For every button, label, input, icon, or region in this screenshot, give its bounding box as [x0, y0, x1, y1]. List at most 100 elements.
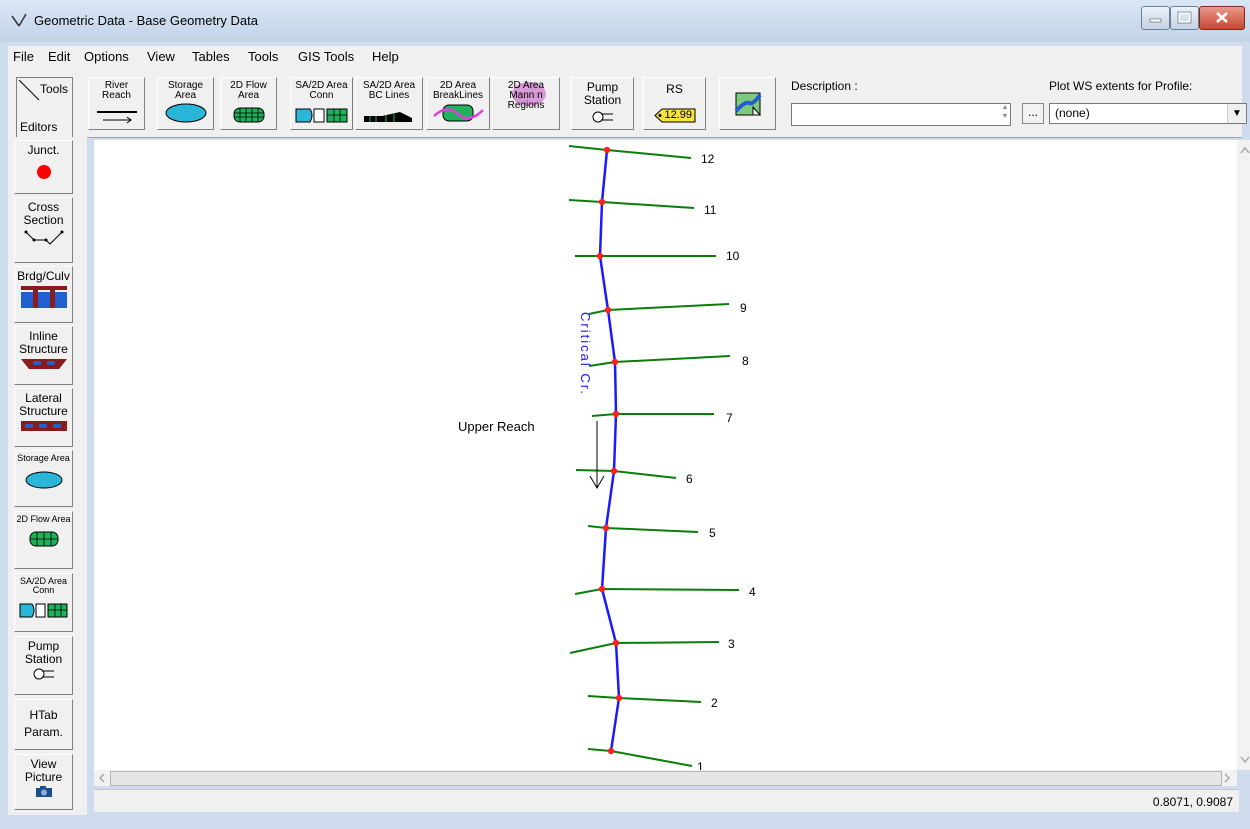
2d-area-breaklines-button[interactable]: 2D Area BreakLines — [426, 77, 490, 130]
lateral-structure-editor-button[interactable]: Lateral Structure — [14, 388, 73, 447]
map-layers-icon — [734, 92, 762, 116]
2d-area-mann-n-regions-button[interactable]: 2D Area Mann n Regions — [492, 77, 560, 130]
menu-options[interactable]: Options — [84, 49, 129, 64]
menu-help[interactable]: Help — [372, 49, 399, 64]
cross-section-node[interactable] — [607, 747, 615, 755]
storage-area-button[interactable]: Storage Area — [157, 77, 214, 130]
cross-section-node[interactable] — [612, 639, 620, 647]
vertical-scrollbar[interactable] — [1237, 140, 1250, 770]
description-spinner[interactable]: ▲ ▼ — [998, 103, 1012, 124]
cross-section-node[interactable] — [604, 306, 612, 314]
description-ellipsis-button[interactable]: ... — [1022, 103, 1044, 124]
sa2d-area-conn-button[interactable]: SA/2D Area Conn — [290, 77, 353, 130]
scroll-arrows-icon — [1240, 146, 1250, 764]
chevron-down-icon: ▼ — [1227, 104, 1246, 123]
cross-section-label: 7 — [726, 411, 733, 425]
sa2d-area-conn-editor-button[interactable]: SA/2D Area Conn — [14, 573, 73, 632]
menu-file[interactable]: File — [13, 49, 34, 64]
sa2d-conn-icon — [295, 108, 347, 123]
description-input[interactable] — [791, 103, 1011, 126]
cross-section-label: 2 — [711, 696, 718, 710]
storage-area-editor-button[interactable]: Storage Area — [14, 450, 73, 507]
editors-sidebar: Junct. Cross Section Brdg/Culv Inline St… — [8, 137, 87, 815]
junction-editor-button[interactable]: Junct. — [14, 140, 73, 194]
cross-section-node[interactable] — [611, 358, 619, 366]
cursor-coordinates: 0.8071, 0.9087 — [1152, 795, 1233, 809]
pump-icon — [592, 111, 613, 123]
plot-ws-label: Plot WS extents for Profile: — [1049, 79, 1193, 93]
cross-section-label: 5 — [709, 526, 716, 540]
cross-section-line[interactable] — [587, 748, 693, 767]
view-picture-editor-button[interactable]: View Picture — [14, 754, 73, 810]
inline-structure-icon — [20, 359, 67, 369]
inline-structure-editor-button[interactable]: Inline Structure — [14, 326, 73, 385]
storage-area-icon — [165, 103, 206, 123]
bridge-icon — [20, 286, 67, 308]
app-window: Geometric Data - Base Geometry Data File… — [0, 0, 1250, 829]
menu-edit[interactable]: Edit — [48, 49, 70, 64]
flow-direction-arrow — [589, 421, 605, 489]
hscroll-arrows-icon — [98, 773, 1231, 783]
bridge-culvert-editor-button[interactable]: Brdg/Culv — [14, 266, 73, 323]
menu-tools[interactable]: Tools — [248, 49, 278, 64]
pump-station-button[interactable]: Pump Station — [571, 77, 634, 130]
minimize-icon — [1149, 18, 1162, 23]
close-button[interactable] — [1199, 6, 1245, 30]
2d-flow-area-button[interactable]: 2D Flow Area — [220, 77, 277, 130]
river-reach-line[interactable] — [598, 149, 621, 752]
storage-area-icon — [25, 471, 62, 489]
menu-gis-tools[interactable]: GIS Tools — [298, 49, 354, 64]
cross-section-node[interactable] — [610, 467, 618, 475]
minimize-button[interactable] — [1141, 6, 1170, 30]
cross-section-node[interactable] — [602, 524, 610, 532]
status-bar: 0.8071, 0.9087 — [94, 789, 1239, 812]
tools-label: Tools — [39, 82, 68, 96]
cross-section-line[interactable] — [568, 199, 695, 209]
camera-icon — [35, 786, 52, 797]
cross-section-line[interactable] — [569, 641, 720, 654]
horizontal-scrollbar[interactable] — [94, 770, 1237, 786]
sa2d-bc-lines-button[interactable]: SA/2D Area BC Lines — [355, 77, 423, 130]
cross-section-label: 8 — [742, 354, 749, 368]
cross-section-label: 4 — [749, 585, 756, 599]
pump-station-editor-button[interactable]: Pump Station — [14, 636, 73, 695]
bc-lines-icon — [364, 112, 412, 122]
river-reach-button[interactable]: River Reach — [88, 77, 145, 130]
menu-tables[interactable]: Tables — [192, 49, 230, 64]
cross-section-line[interactable] — [568, 145, 692, 159]
river-reach-icon — [96, 111, 137, 124]
cross-section-node[interactable] — [615, 694, 623, 702]
schematic-canvas[interactable]: 12 11 10 9 8 7 6 5 4 3 2 1 Critical Cr. Upper Reach — [94, 140, 1237, 774]
cross-section-node[interactable] — [596, 252, 604, 260]
maximize-button[interactable] — [1170, 6, 1199, 30]
cross-section-node[interactable] — [598, 585, 606, 593]
cross-section-editor-button[interactable]: Cross Section — [14, 197, 73, 263]
2d-flow-area-icon — [29, 531, 58, 547]
cross-section-line[interactable] — [587, 695, 702, 703]
2d-flow-area-editor-button[interactable]: 2D Flow Area — [14, 511, 73, 569]
lateral-structure-icon — [20, 421, 67, 431]
rs-button[interactable]: RS 12.99 — [643, 77, 706, 130]
maximize-icon — [1177, 11, 1192, 24]
htab-param-editor-button[interactable]: HTab Param. — [14, 699, 73, 750]
close-icon — [1216, 12, 1228, 23]
cross-section-line[interactable] — [588, 355, 731, 367]
cross-section-label: 1 — [697, 760, 704, 770]
window-title: Geometric Data - Base Geometry Data — [34, 13, 258, 28]
title-bar: Geometric Data - Base Geometry Data — [0, 0, 1250, 42]
plot-ws-profile-select[interactable]: (none) ▼ — [1049, 103, 1247, 124]
background-map-button[interactable] — [719, 77, 776, 130]
toolbar: Tools Editors River Reach Storage Area 2… — [8, 68, 1247, 138]
sa2d-conn-icon — [19, 603, 67, 618]
river-schematic[interactable]: 12 11 10 9 8 7 6 5 4 3 2 1 Critical Cr. Upper Reach — [94, 140, 1237, 774]
cross-section-label: 12 — [701, 152, 715, 166]
cross-section-node[interactable] — [612, 410, 620, 418]
junction-icon — [36, 165, 51, 179]
editors-label: Editors — [20, 120, 58, 134]
menu-view[interactable]: View — [147, 49, 175, 64]
cross-section-node[interactable] — [598, 198, 606, 206]
breaklines-icon — [433, 104, 484, 122]
cross-section-node[interactable] — [603, 146, 611, 154]
cross-section-line[interactable] — [591, 413, 714, 417]
cross-section-icon — [24, 230, 63, 245]
